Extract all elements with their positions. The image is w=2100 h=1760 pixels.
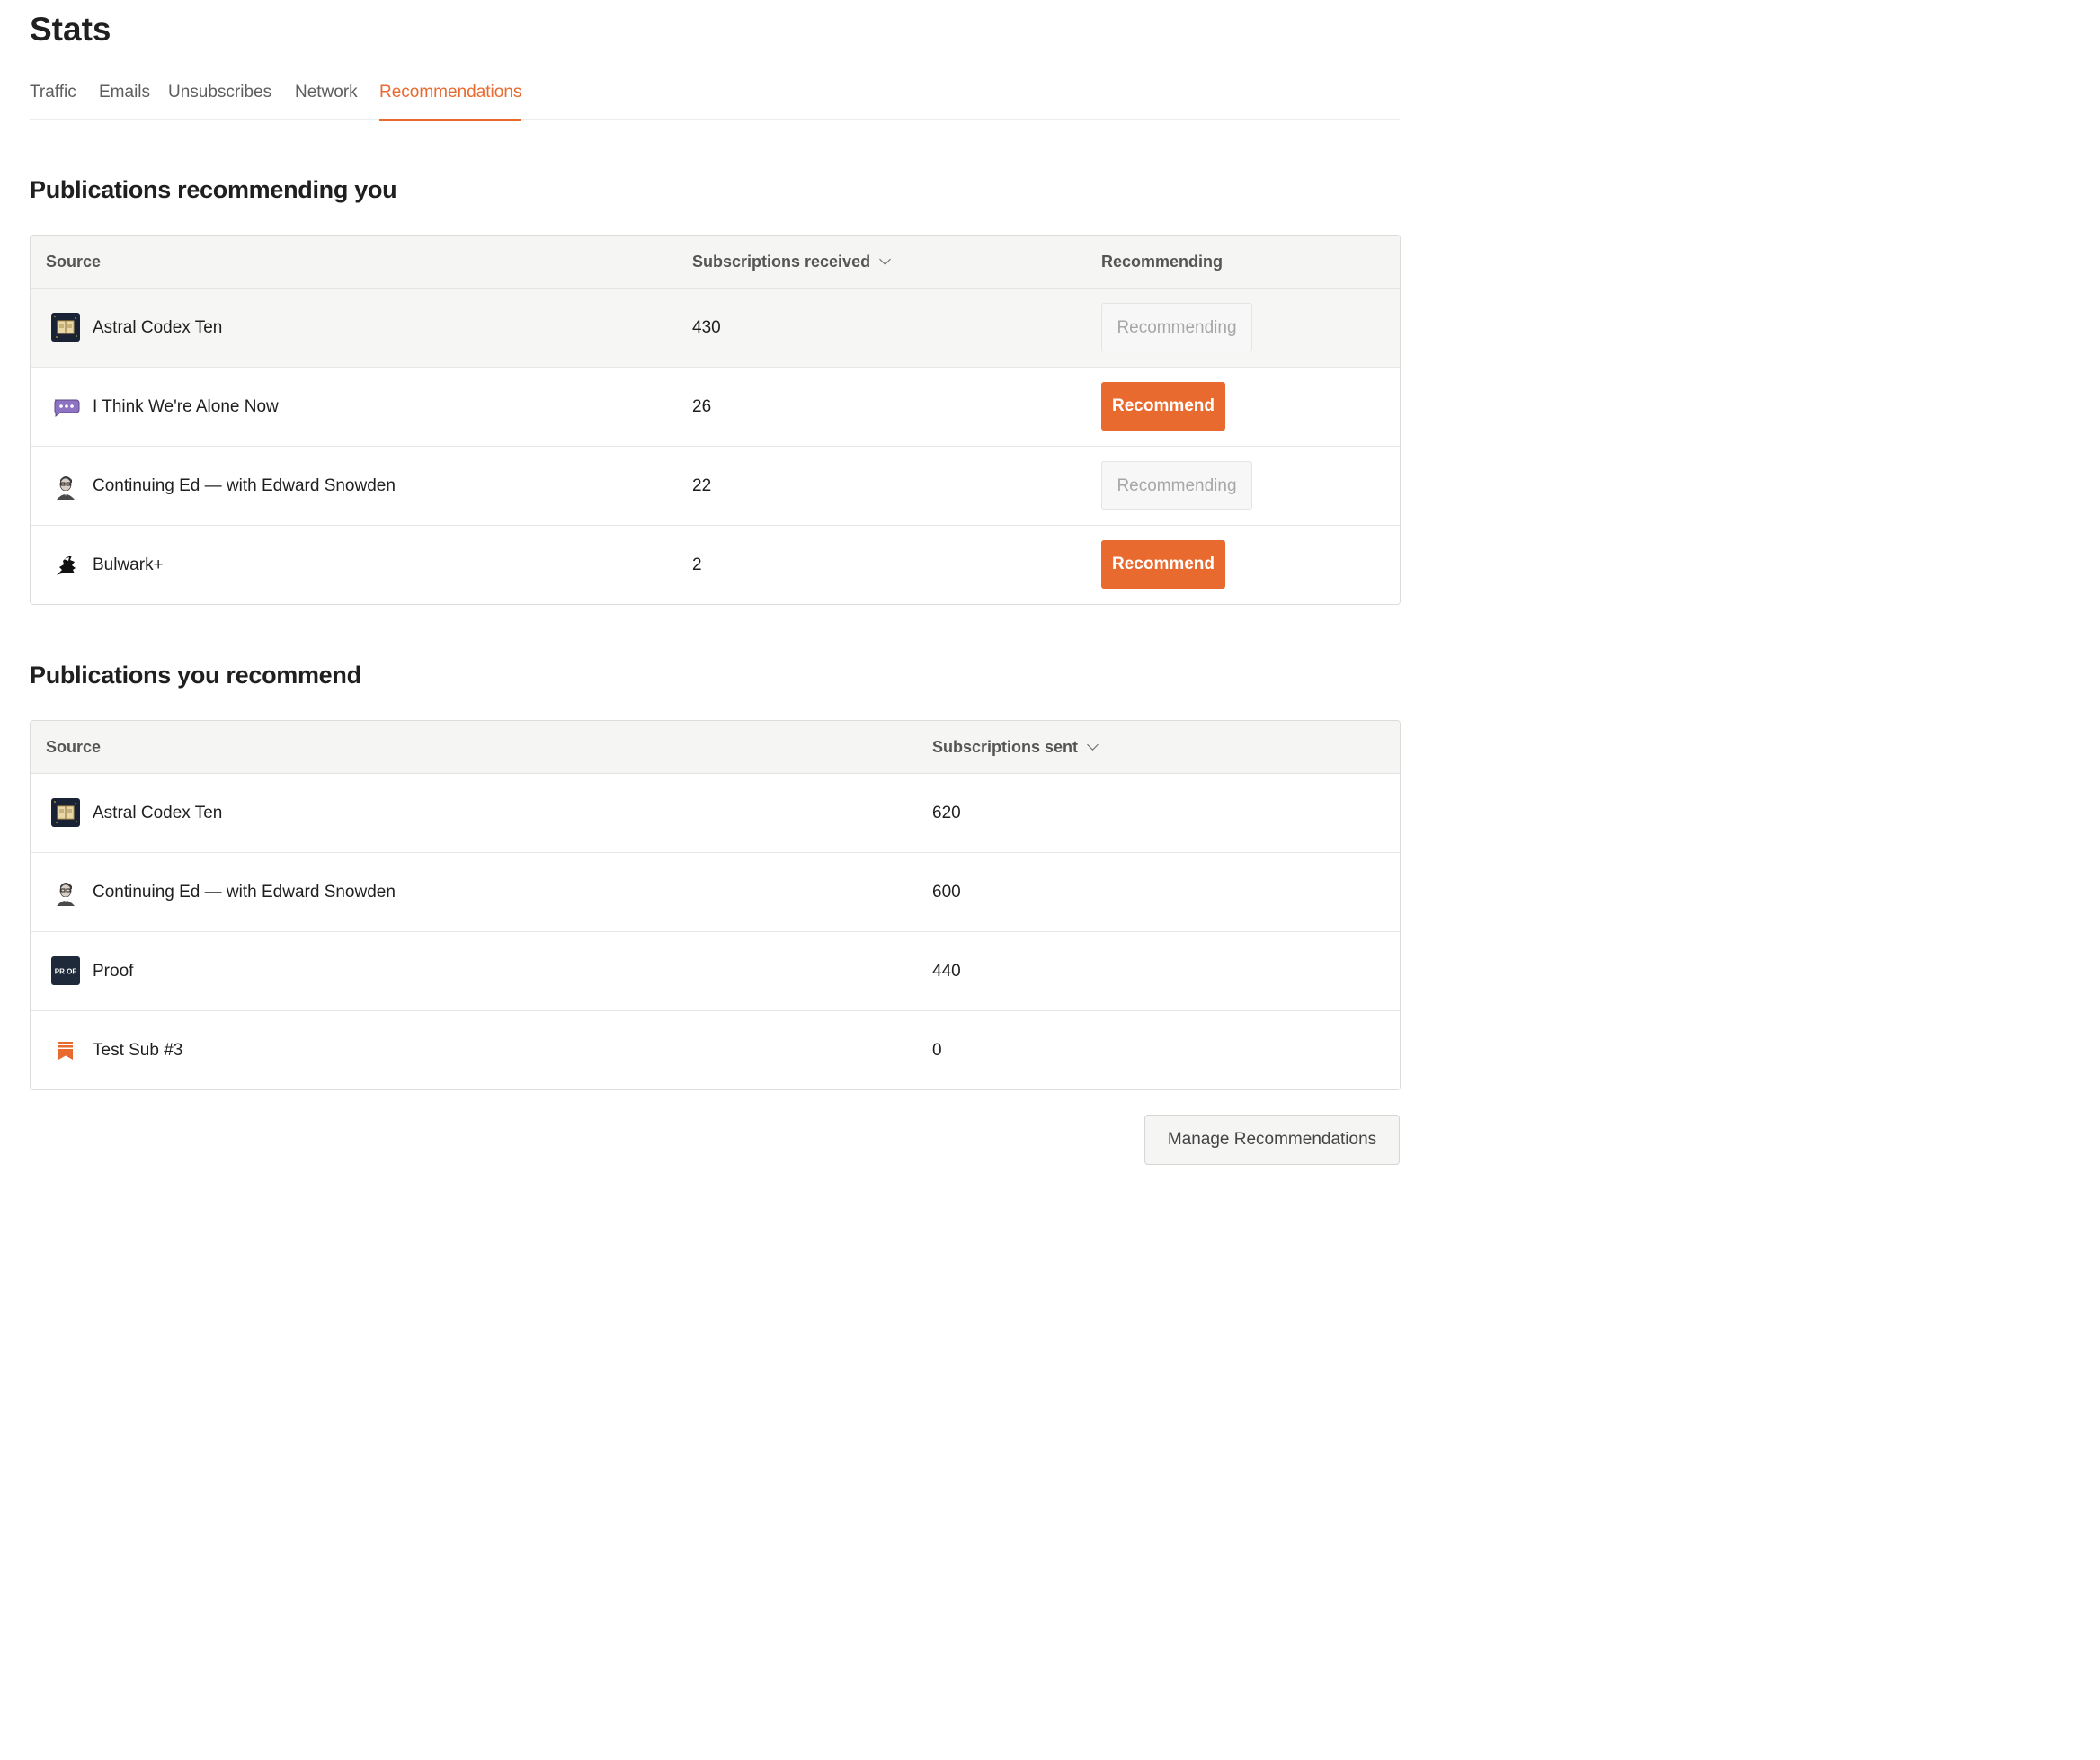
table-header: Source Subscriptions sent xyxy=(31,721,1400,774)
tab-traffic[interactable]: Traffic xyxy=(30,83,76,102)
header-recommending: Recommending xyxy=(1101,253,1224,271)
portrait-logo-icon xyxy=(51,471,80,500)
section-title-you-recommend: Publications you recommend xyxy=(30,662,361,689)
subscriptions-sent: 600 xyxy=(932,883,961,902)
recommending-you-table: Source Subscriptions received Recommendi… xyxy=(30,235,1401,605)
stats-tabs: Traffic Emails Unsubscribes Network Reco… xyxy=(30,79,1400,121)
subscriptions-received: 22 xyxy=(692,476,712,495)
header-subscriptions-sent-label: Subscriptions sent xyxy=(932,738,1079,756)
table-row[interactable]: Astral Codex Ten 620 xyxy=(31,774,1400,853)
recommending-button[interactable]: Recommending xyxy=(1101,303,1252,351)
table-row[interactable]: Continuing Ed — with Edward Snowden 22 R… xyxy=(31,447,1400,526)
publication-name: Test Sub #3 xyxy=(93,1041,183,1060)
recommending-button[interactable]: Recommending xyxy=(1101,461,1252,510)
manage-recommendations-button[interactable]: Manage Recommendations xyxy=(1144,1115,1400,1165)
substack-bookmark-logo-icon xyxy=(51,1036,80,1064)
subscriptions-sent: 620 xyxy=(932,804,961,822)
tab-recommendations[interactable]: Recommendations xyxy=(379,83,522,121)
tab-emails[interactable]: Emails xyxy=(99,83,150,102)
stats-page: Stats Traffic Emails Unsubscribes Networ… xyxy=(0,0,1407,1174)
section-title-recommending-you: Publications recommending you xyxy=(30,176,397,203)
header-subscriptions-received[interactable]: Subscriptions received xyxy=(692,236,891,288)
speech-bubble-logo-icon xyxy=(51,392,80,421)
astral-codex-ten-logo-icon xyxy=(51,313,80,342)
header-subscriptions-sent[interactable]: Subscriptions sent xyxy=(932,721,1099,773)
header-subscriptions-received-label: Subscriptions received xyxy=(692,253,871,271)
table-row[interactable]: Continuing Ed — with Edward Snowden 600 xyxy=(31,853,1400,932)
recommend-button[interactable]: Recommend xyxy=(1101,540,1225,589)
tab-unsubscribes[interactable]: Unsubscribes xyxy=(168,83,271,102)
subscriptions-sent: 0 xyxy=(932,1041,942,1060)
tab-network[interactable]: Network xyxy=(295,83,358,102)
table-row[interactable]: Test Sub #3 0 xyxy=(31,1011,1400,1089)
chevron-down-icon xyxy=(1087,739,1099,751)
table-row[interactable]: I Think We're Alone Now 26 Recommend xyxy=(31,368,1400,447)
table-row[interactable]: Bulwark+ 2 Recommend xyxy=(31,526,1400,604)
ship-logo-icon xyxy=(51,550,80,579)
proof-logo-text: PR OF xyxy=(55,968,77,976)
portrait-logo-icon xyxy=(51,877,80,906)
proof-logo-icon: PR OF xyxy=(51,956,80,985)
publication-name: Continuing Ed — with Edward Snowden xyxy=(93,476,396,495)
page-title: Stats xyxy=(30,11,111,48)
subscriptions-received: 2 xyxy=(692,556,702,574)
subscriptions-received: 430 xyxy=(692,318,721,337)
recommend-button[interactable]: Recommend xyxy=(1101,382,1225,431)
chevron-down-icon xyxy=(879,253,891,265)
header-source: Source xyxy=(46,738,102,756)
publication-name: Continuing Ed — with Edward Snowden xyxy=(93,883,396,902)
publication-name: I Think We're Alone Now xyxy=(93,397,279,416)
header-source: Source xyxy=(46,253,102,271)
publication-name: Astral Codex Ten xyxy=(93,804,223,822)
astral-codex-ten-logo-icon xyxy=(51,798,80,827)
publication-name: Astral Codex Ten xyxy=(93,318,223,337)
table-header: Source Subscriptions received Recommendi… xyxy=(31,236,1400,289)
you-recommend-table: Source Subscriptions sent Astral Codex T… xyxy=(30,720,1401,1090)
subscriptions-received: 26 xyxy=(692,397,712,416)
subscriptions-sent: 440 xyxy=(932,962,961,981)
table-row[interactable]: PR OF Proof 440 xyxy=(31,932,1400,1011)
table-row[interactable]: Astral Codex Ten 430 Recommending xyxy=(31,289,1400,368)
publication-name: Proof xyxy=(93,962,134,981)
publication-name: Bulwark+ xyxy=(93,556,164,574)
